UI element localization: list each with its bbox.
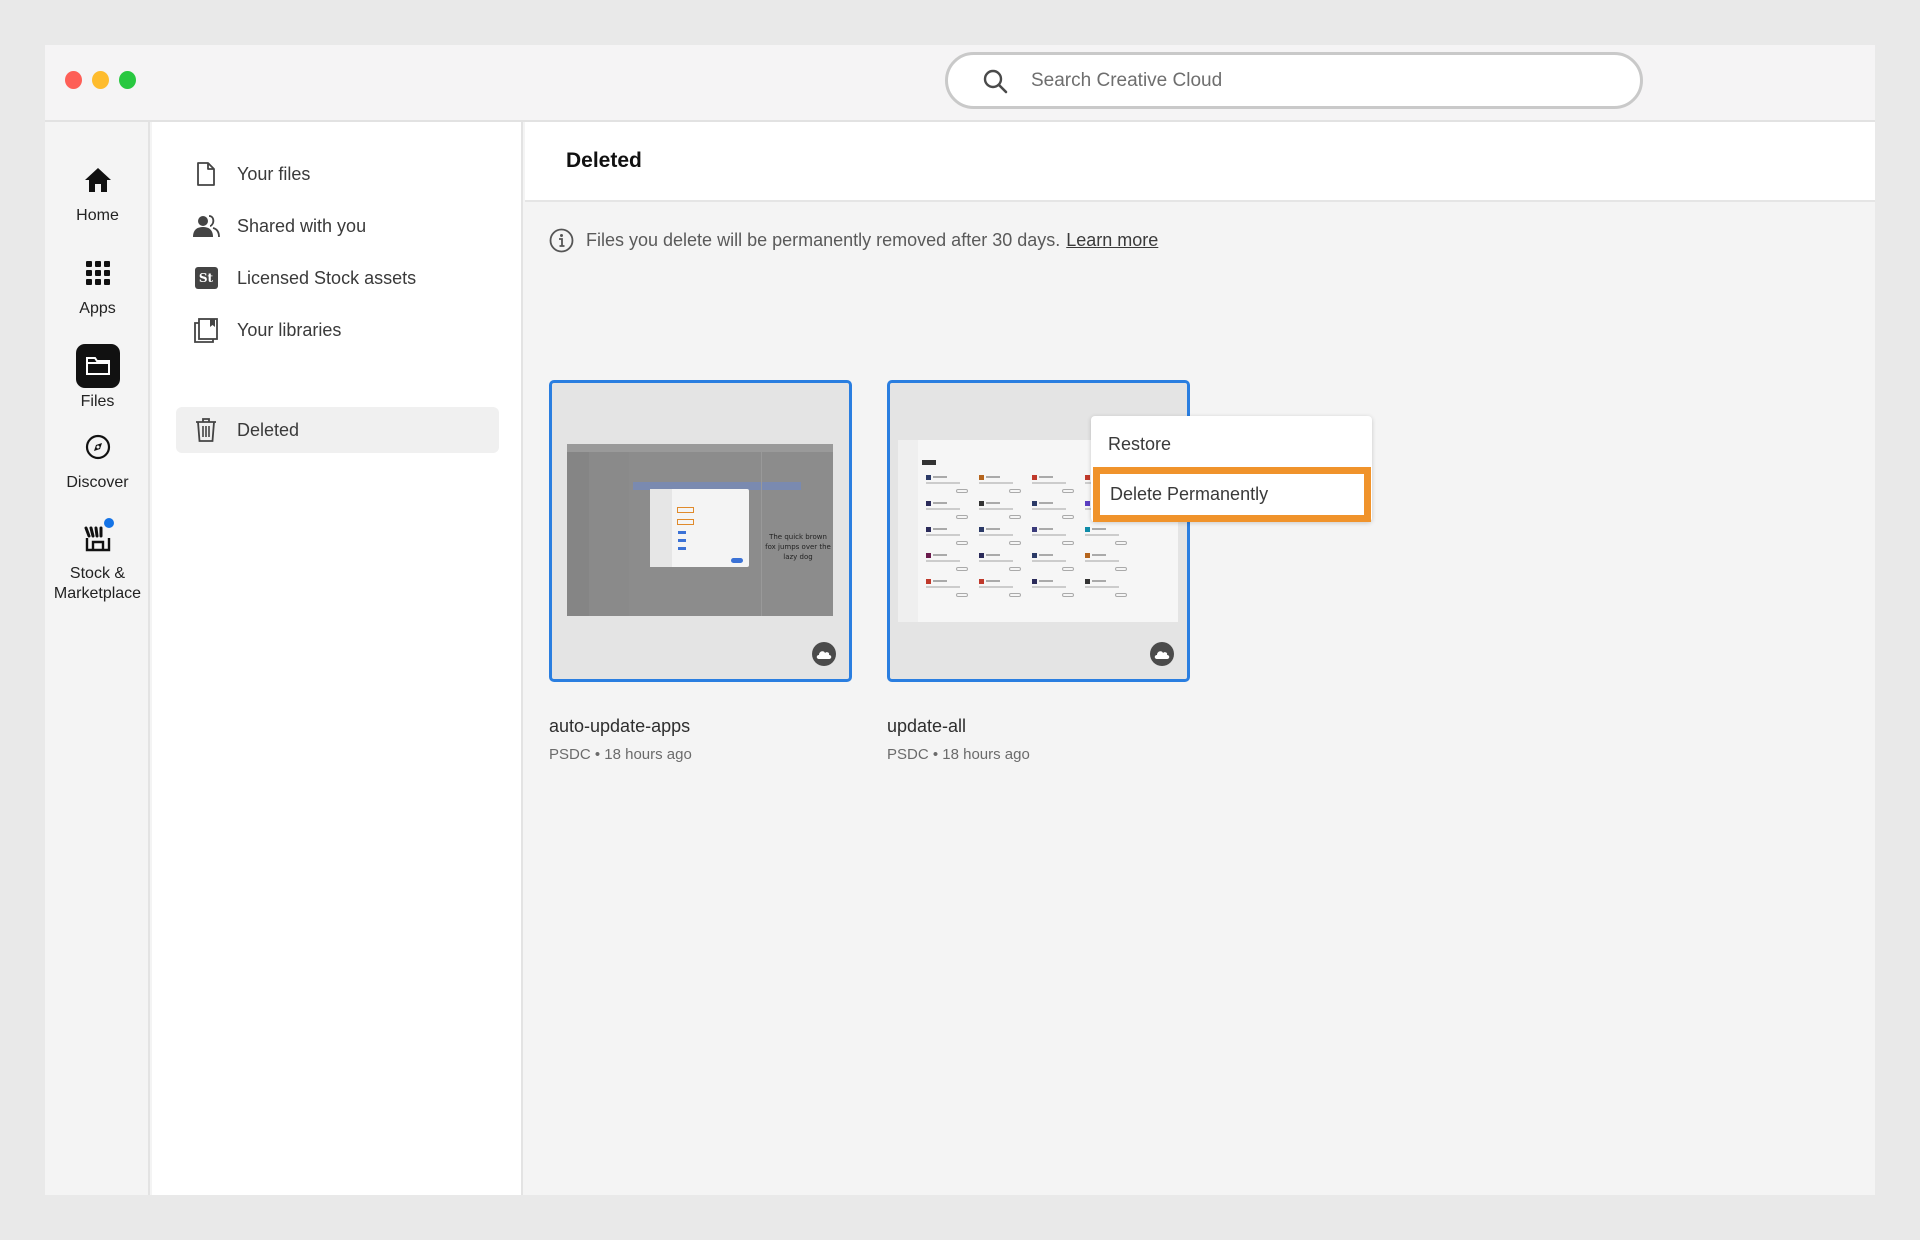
file-thumbnail: The quick brown fox jumps over the lazy … bbox=[567, 444, 833, 616]
rail-label-home: Home bbox=[76, 207, 119, 224]
file-name: auto-update-apps bbox=[549, 716, 691, 736]
folder-icon bbox=[75, 344, 120, 388]
nav-label: Licensed Stock assets bbox=[237, 267, 417, 288]
thumbnail-app-tile bbox=[1085, 527, 1129, 547]
title-bar bbox=[45, 45, 1875, 122]
rail-item-stock-marketplace[interactable]: Stock & Marketplace bbox=[45, 516, 150, 604]
thumbnail-app-tile bbox=[979, 501, 1023, 521]
notification-dot bbox=[103, 518, 114, 528]
minimize-window-button[interactable] bbox=[92, 71, 109, 89]
thumbnail-app-tile bbox=[926, 553, 970, 573]
rail-label-apps: Apps bbox=[79, 300, 116, 317]
file-card-auto-update-apps[interactable]: The quick brown fox jumps over the lazy … bbox=[549, 380, 852, 682]
storefront-icon bbox=[76, 516, 120, 560]
app-rail: Home Apps Files Discover Stock & Marketp… bbox=[45, 122, 150, 1195]
search-input[interactable] bbox=[1031, 69, 1591, 92]
thumbnail-app-tile bbox=[979, 553, 1023, 573]
nav-item-shared-with-you[interactable]: Shared with you bbox=[176, 203, 499, 249]
home-icon bbox=[76, 158, 120, 202]
thumbnail-app-tile bbox=[1032, 553, 1076, 573]
thumbnail-sample-text: The quick brown fox jumps over the lazy … bbox=[765, 533, 831, 561]
notice-text: Files you delete will be permanently rem… bbox=[586, 230, 1061, 250]
thumbnail-app-tile bbox=[1032, 527, 1076, 547]
nav-item-your-libraries[interactable]: Your libraries bbox=[176, 307, 499, 353]
menu-item-restore[interactable]: Restore bbox=[1091, 424, 1372, 464]
maximize-window-button[interactable] bbox=[119, 71, 136, 89]
files-nav-panel: Your files Shared with you St Licensed S… bbox=[152, 122, 523, 1195]
compass-icon bbox=[76, 425, 120, 469]
file-meta: PSDC • 18 hours ago bbox=[549, 746, 692, 763]
rail-label-stock-line2: Marketplace bbox=[53, 585, 142, 602]
info-icon bbox=[549, 228, 574, 253]
main-content: Deleted Files you delete will be permane… bbox=[525, 122, 1875, 1195]
rail-item-apps[interactable]: Apps bbox=[45, 251, 150, 319]
search-icon bbox=[983, 69, 1008, 93]
learn-more-link[interactable]: Learn more bbox=[1066, 230, 1158, 251]
nav-item-deleted[interactable]: Deleted bbox=[176, 407, 499, 453]
thumbnail-app-tile bbox=[1032, 501, 1076, 521]
stock-st-text: St bbox=[194, 267, 218, 289]
main-header: Deleted bbox=[525, 122, 1875, 202]
users-icon bbox=[192, 212, 220, 240]
rail-item-files[interactable]: Files bbox=[45, 344, 150, 412]
thumbnail-app-tile bbox=[926, 527, 970, 547]
window-controls bbox=[65, 71, 136, 89]
page-title: Deleted bbox=[566, 149, 642, 172]
file-name: update-all bbox=[887, 716, 967, 736]
stock-st-icon: St bbox=[192, 264, 220, 292]
close-window-button[interactable] bbox=[65, 71, 82, 89]
thumbnail-app-tile bbox=[1085, 553, 1129, 573]
nav-label: Shared with you bbox=[237, 215, 367, 236]
thumbnail-app-tile bbox=[979, 527, 1023, 547]
trash-icon bbox=[192, 416, 220, 444]
nav-label: Your files bbox=[237, 163, 311, 184]
deletion-notice: Files you delete will be permanently rem… bbox=[549, 228, 1158, 253]
file-meta: PSDC • 18 hours ago bbox=[887, 746, 1030, 763]
menu-item-delete-permanently[interactable]: Delete Permanently bbox=[1093, 467, 1371, 522]
nav-item-licensed-stock-assets[interactable]: St Licensed Stock assets bbox=[176, 255, 499, 301]
thumbnail-app-tile bbox=[926, 501, 970, 521]
thumbnail-app-tile bbox=[926, 579, 970, 599]
nav-label: Your libraries bbox=[237, 319, 342, 340]
thumbnail-app-tile bbox=[1032, 579, 1076, 599]
nav-item-your-files[interactable]: Your files bbox=[176, 151, 499, 197]
search-bar[interactable] bbox=[945, 52, 1643, 109]
app-window: Home Apps Files Discover bbox=[45, 45, 1875, 1195]
libraries-icon bbox=[192, 316, 220, 344]
rail-item-home[interactable]: Home bbox=[45, 158, 150, 226]
thumbnail-app-tile bbox=[979, 475, 1023, 495]
rail-label-discover: Discover bbox=[66, 474, 129, 491]
apps-grid-icon bbox=[76, 251, 120, 295]
thumbnail-app-tile bbox=[1032, 475, 1076, 495]
thumbnail-dialog bbox=[650, 489, 749, 567]
thumbnail-app-tile bbox=[979, 579, 1023, 599]
document-icon bbox=[192, 160, 220, 188]
rail-item-discover[interactable]: Discover bbox=[45, 425, 150, 493]
cloud-icon bbox=[1150, 642, 1174, 666]
rail-label-stock-line1: Stock & bbox=[69, 565, 126, 582]
cloud-icon bbox=[812, 642, 836, 666]
thumbnail-app-tile bbox=[1085, 579, 1129, 599]
thumbnail-app-tile bbox=[926, 475, 970, 495]
nav-label: Deleted bbox=[237, 419, 300, 440]
rail-label-files: Files bbox=[80, 393, 115, 410]
context-menu: Restore Delete Permanently bbox=[1091, 416, 1372, 522]
